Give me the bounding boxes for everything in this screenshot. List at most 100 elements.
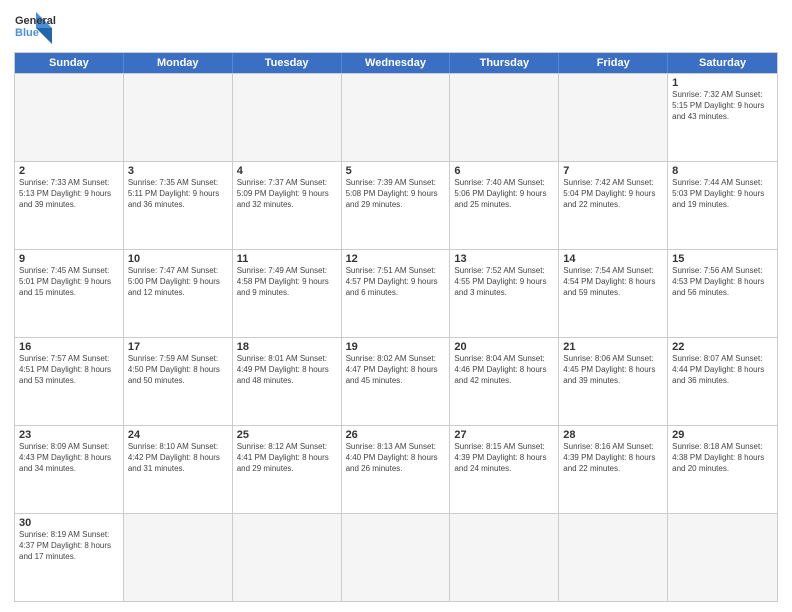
day-info: Sunrise: 8:02 AM Sunset: 4:47 PM Dayligh… (346, 354, 446, 386)
day-cell (342, 514, 451, 601)
day-number: 18 (237, 341, 337, 353)
week-row-6: 30Sunrise: 8:19 AM Sunset: 4:37 PM Dayli… (15, 513, 777, 601)
day-cell: 19Sunrise: 8:02 AM Sunset: 4:47 PM Dayli… (342, 338, 451, 425)
day-number: 13 (454, 253, 554, 265)
day-number: 10 (128, 253, 228, 265)
day-info: Sunrise: 7:42 AM Sunset: 5:04 PM Dayligh… (563, 178, 663, 210)
day-number: 8 (672, 165, 773, 177)
day-number: 15 (672, 253, 773, 265)
day-number: 28 (563, 429, 663, 441)
day-info: Sunrise: 7:45 AM Sunset: 5:01 PM Dayligh… (19, 266, 119, 298)
day-cell: 29Sunrise: 8:18 AM Sunset: 4:38 PM Dayli… (668, 426, 777, 513)
day-number: 26 (346, 429, 446, 441)
day-cell: 10Sunrise: 7:47 AM Sunset: 5:00 PM Dayli… (124, 250, 233, 337)
day-number: 16 (19, 341, 119, 353)
day-number: 29 (672, 429, 773, 441)
logo: GeneralBlue (14, 10, 58, 46)
day-cell (124, 514, 233, 601)
day-info: Sunrise: 8:01 AM Sunset: 4:49 PM Dayligh… (237, 354, 337, 386)
day-number: 4 (237, 165, 337, 177)
day-number: 11 (237, 253, 337, 265)
day-cell: 4Sunrise: 7:37 AM Sunset: 5:09 PM Daylig… (233, 162, 342, 249)
day-info: Sunrise: 7:51 AM Sunset: 4:57 PM Dayligh… (346, 266, 446, 298)
calendar: SundayMondayTuesdayWednesdayThursdayFrid… (14, 52, 778, 602)
day-cell (450, 514, 559, 601)
calendar-header: SundayMondayTuesdayWednesdayThursdayFrid… (15, 53, 777, 73)
day-cell (233, 74, 342, 161)
svg-text:Blue: Blue (15, 27, 39, 39)
logo-icon: GeneralBlue (14, 10, 58, 46)
day-info: Sunrise: 8:10 AM Sunset: 4:42 PM Dayligh… (128, 442, 228, 474)
day-cell: 8Sunrise: 7:44 AM Sunset: 5:03 PM Daylig… (668, 162, 777, 249)
day-info: Sunrise: 7:57 AM Sunset: 4:51 PM Dayligh… (19, 354, 119, 386)
day-info: Sunrise: 7:37 AM Sunset: 5:09 PM Dayligh… (237, 178, 337, 210)
day-header-monday: Monday (124, 53, 233, 73)
day-cell: 6Sunrise: 7:40 AM Sunset: 5:06 PM Daylig… (450, 162, 559, 249)
day-number: 27 (454, 429, 554, 441)
week-row-3: 9Sunrise: 7:45 AM Sunset: 5:01 PM Daylig… (15, 249, 777, 337)
day-header-tuesday: Tuesday (233, 53, 342, 73)
day-info: Sunrise: 7:35 AM Sunset: 5:11 PM Dayligh… (128, 178, 228, 210)
week-row-4: 16Sunrise: 7:57 AM Sunset: 4:51 PM Dayli… (15, 337, 777, 425)
day-number: 3 (128, 165, 228, 177)
day-info: Sunrise: 8:19 AM Sunset: 4:37 PM Dayligh… (19, 530, 119, 562)
day-info: Sunrise: 8:18 AM Sunset: 4:38 PM Dayligh… (672, 442, 773, 474)
day-info: Sunrise: 8:13 AM Sunset: 4:40 PM Dayligh… (346, 442, 446, 474)
day-cell (342, 74, 451, 161)
day-info: Sunrise: 8:15 AM Sunset: 4:39 PM Dayligh… (454, 442, 554, 474)
day-cell: 22Sunrise: 8:07 AM Sunset: 4:44 PM Dayli… (668, 338, 777, 425)
day-cell (233, 514, 342, 601)
day-number: 19 (346, 341, 446, 353)
day-cell: 11Sunrise: 7:49 AM Sunset: 4:58 PM Dayli… (233, 250, 342, 337)
day-cell (450, 74, 559, 161)
day-info: Sunrise: 8:12 AM Sunset: 4:41 PM Dayligh… (237, 442, 337, 474)
day-cell: 25Sunrise: 8:12 AM Sunset: 4:41 PM Dayli… (233, 426, 342, 513)
day-info: Sunrise: 7:40 AM Sunset: 5:06 PM Dayligh… (454, 178, 554, 210)
day-cell: 23Sunrise: 8:09 AM Sunset: 4:43 PM Dayli… (15, 426, 124, 513)
day-info: Sunrise: 7:49 AM Sunset: 4:58 PM Dayligh… (237, 266, 337, 298)
day-cell (559, 514, 668, 601)
day-number: 5 (346, 165, 446, 177)
day-number: 2 (19, 165, 119, 177)
day-cell: 14Sunrise: 7:54 AM Sunset: 4:54 PM Dayli… (559, 250, 668, 337)
day-cell: 20Sunrise: 8:04 AM Sunset: 4:46 PM Dayli… (450, 338, 559, 425)
day-cell (559, 74, 668, 161)
page: GeneralBlue SundayMondayTuesdayWednesday… (0, 0, 792, 612)
day-cell: 28Sunrise: 8:16 AM Sunset: 4:39 PM Dayli… (559, 426, 668, 513)
day-cell: 1Sunrise: 7:32 AM Sunset: 5:15 PM Daylig… (668, 74, 777, 161)
day-cell: 24Sunrise: 8:10 AM Sunset: 4:42 PM Dayli… (124, 426, 233, 513)
day-cell: 15Sunrise: 7:56 AM Sunset: 4:53 PM Dayli… (668, 250, 777, 337)
day-info: Sunrise: 8:04 AM Sunset: 4:46 PM Dayligh… (454, 354, 554, 386)
day-number: 6 (454, 165, 554, 177)
day-cell: 16Sunrise: 7:57 AM Sunset: 4:51 PM Dayli… (15, 338, 124, 425)
day-number: 24 (128, 429, 228, 441)
day-info: Sunrise: 7:52 AM Sunset: 4:55 PM Dayligh… (454, 266, 554, 298)
day-number: 30 (19, 517, 119, 529)
week-row-1: 1Sunrise: 7:32 AM Sunset: 5:15 PM Daylig… (15, 73, 777, 161)
day-cell: 9Sunrise: 7:45 AM Sunset: 5:01 PM Daylig… (15, 250, 124, 337)
day-info: Sunrise: 7:56 AM Sunset: 4:53 PM Dayligh… (672, 266, 773, 298)
day-cell: 21Sunrise: 8:06 AM Sunset: 4:45 PM Dayli… (559, 338, 668, 425)
day-cell: 27Sunrise: 8:15 AM Sunset: 4:39 PM Dayli… (450, 426, 559, 513)
day-number: 1 (672, 77, 773, 89)
day-number: 25 (237, 429, 337, 441)
day-number: 7 (563, 165, 663, 177)
day-info: Sunrise: 7:44 AM Sunset: 5:03 PM Dayligh… (672, 178, 773, 210)
day-number: 17 (128, 341, 228, 353)
day-cell: 3Sunrise: 7:35 AM Sunset: 5:11 PM Daylig… (124, 162, 233, 249)
day-number: 9 (19, 253, 119, 265)
day-header-sunday: Sunday (15, 53, 124, 73)
day-cell (668, 514, 777, 601)
day-cell: 26Sunrise: 8:13 AM Sunset: 4:40 PM Dayli… (342, 426, 451, 513)
day-cell: 7Sunrise: 7:42 AM Sunset: 5:04 PM Daylig… (559, 162, 668, 249)
day-number: 23 (19, 429, 119, 441)
day-info: Sunrise: 7:33 AM Sunset: 5:13 PM Dayligh… (19, 178, 119, 210)
svg-text:General: General (15, 15, 56, 27)
day-header-wednesday: Wednesday (342, 53, 451, 73)
day-info: Sunrise: 8:16 AM Sunset: 4:39 PM Dayligh… (563, 442, 663, 474)
week-row-2: 2Sunrise: 7:33 AM Sunset: 5:13 PM Daylig… (15, 161, 777, 249)
day-number: 22 (672, 341, 773, 353)
day-info: Sunrise: 8:07 AM Sunset: 4:44 PM Dayligh… (672, 354, 773, 386)
day-number: 14 (563, 253, 663, 265)
day-header-saturday: Saturday (668, 53, 777, 73)
